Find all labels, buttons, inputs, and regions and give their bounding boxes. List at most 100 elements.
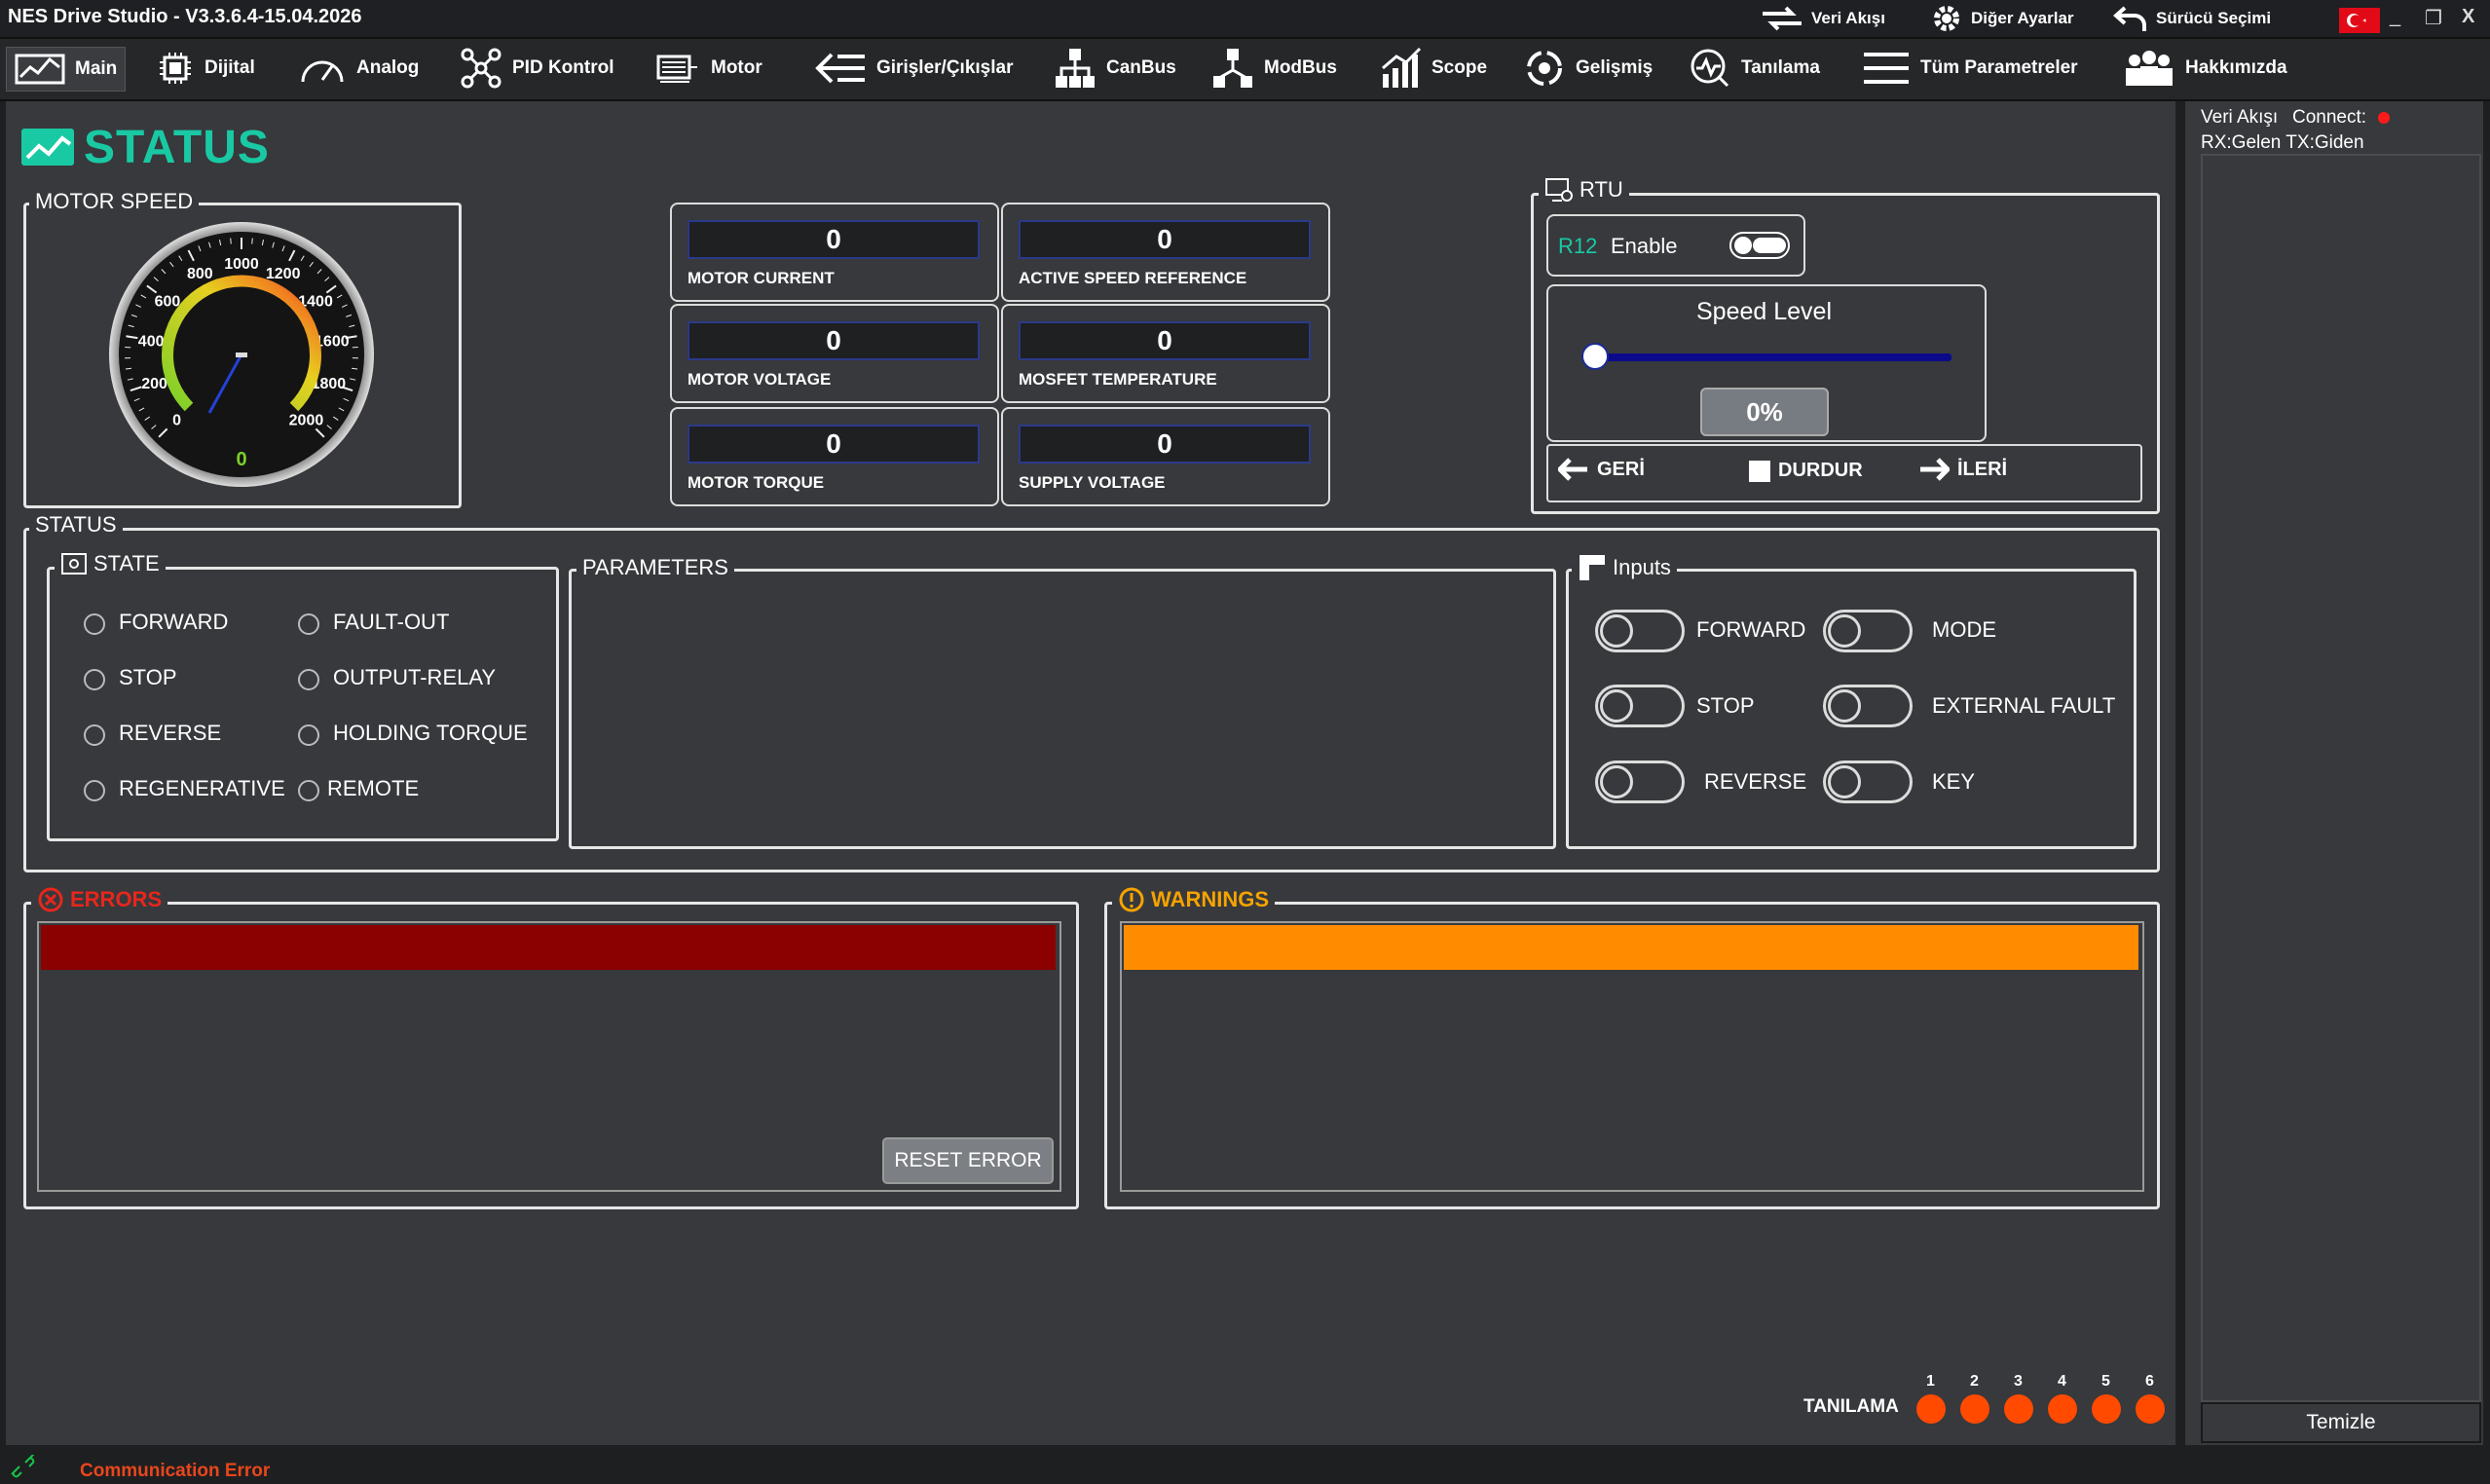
state-stop-indicator (84, 669, 105, 690)
clear-button[interactable]: Temizle (2201, 1402, 2481, 1443)
nav-main[interactable]: Main (6, 47, 127, 92)
led-number: 1 (1926, 1373, 1935, 1390)
forward-button[interactable]: İLERİ (1918, 458, 2007, 481)
input-reverse-toggle[interactable] (1595, 761, 1685, 803)
nav-scope[interactable]: Scope (1379, 47, 1487, 90)
error-circle-icon (38, 887, 63, 912)
nav-label: Scope (1431, 57, 1488, 78)
state-output-relay-indicator (298, 669, 319, 690)
input-stop-label: STOP (1696, 693, 1755, 718)
errors-list-header (41, 925, 1056, 970)
gauge-tick-label: 0 (172, 412, 181, 428)
data-flow-label: Veri Akışı (1811, 9, 1885, 27)
gauge-hub (236, 352, 247, 357)
minimize-button[interactable]: _ (2390, 6, 2400, 28)
motor-voltage-tile: 0 MOTOR VOLTAGE (670, 304, 999, 403)
nav-motor[interactable]: Motor (654, 47, 762, 90)
nav-label: Dijital (204, 57, 255, 78)
state-remote-label: REMOTE (327, 776, 420, 800)
restore-button[interactable]: ❐ (2425, 6, 2442, 30)
input-external-fault-label: EXTERNAL FAULT (1932, 693, 2116, 718)
state-output-relay-label: OUTPUT-RELAY (333, 665, 497, 689)
turkish-flag-icon[interactable] (2339, 8, 2380, 33)
nav-dijital[interactable]: Dijital (156, 47, 255, 90)
state-reverse-label: REVERSE (119, 721, 222, 745)
diagnostic-label: TANILAMA (1803, 1396, 1899, 1417)
warnings-legend-label: WARNINGS (1151, 887, 1269, 911)
gauge-value: 0 (236, 449, 246, 470)
advanced-icon (1527, 51, 1562, 86)
motor-current-tile: 0 MOTOR CURRENT (670, 203, 999, 302)
input-external-fault-toggle[interactable] (1823, 685, 1913, 727)
back-label: GERİ (1597, 458, 1645, 480)
input-forward-toggle[interactable] (1595, 610, 1685, 652)
nav-about[interactable]: Hakkımızda (2123, 47, 2287, 90)
data-flow-title: Veri Akışı (2201, 107, 2279, 128)
nav-tanilama[interactable]: Tanılama (1689, 47, 1820, 90)
state-legend: STATE (55, 551, 166, 576)
list-icon (1864, 53, 1909, 84)
stop-button[interactable]: DURDUR (1749, 460, 1863, 482)
input-mode-label: MODE (1932, 617, 1996, 642)
tile-label: MOTOR CURRENT (688, 269, 835, 287)
speed-slider-track[interactable] (1597, 353, 1951, 361)
led-number: 3 (2014, 1373, 2023, 1390)
other-settings-button[interactable]: Diğer Ayarlar (1930, 4, 2074, 33)
enable-toggle[interactable] (1729, 232, 1790, 259)
state-fault-out-indicator (298, 613, 319, 635)
state-forward-label: FORWARD (119, 610, 229, 634)
back-button[interactable]: GERİ (1558, 458, 1645, 481)
data-flow-log[interactable] (2201, 154, 2481, 1402)
state-holding-torque-indicator (298, 724, 319, 746)
nav-io[interactable]: Girişler/Çıkışlar (812, 47, 1013, 90)
diagnostic-led (2048, 1394, 2077, 1424)
tile-label: SUPPLY VOLTAGE (1019, 473, 1166, 492)
swap-arrows-icon (1763, 6, 1802, 31)
nav-all-params[interactable]: Tüm Parametreler (1862, 47, 2078, 90)
speed-percent-display: 0% (1700, 388, 1829, 436)
input-key-toggle[interactable] (1823, 761, 1913, 803)
gauge-icon (301, 60, 344, 83)
tile-value: 0 (1019, 220, 1311, 259)
close-button[interactable]: X (2462, 6, 2474, 28)
active-speed-reference-tile: 0 ACTIVE SPEED REFERENCE (1001, 203, 1330, 302)
motor-speed-legend: MOTOR SPEED (29, 189, 200, 214)
nav-label: Motor (711, 57, 762, 78)
mosfet-temperature-tile: 0 MOSFET TEMPERATURE (1001, 304, 1330, 403)
state-regenerative-label: REGENERATIVE (119, 776, 285, 800)
network-icon (461, 48, 502, 89)
diagnostic-led (2136, 1394, 2165, 1424)
nav-canbus[interactable]: CanBus (1054, 47, 1176, 90)
reset-error-button[interactable]: RESET ERROR (882, 1137, 1054, 1184)
nav-modbus[interactable]: ModBus (1211, 47, 1337, 90)
status-chart-icon (15, 54, 65, 85)
input-mode-toggle[interactable] (1823, 610, 1913, 652)
nav-analog[interactable]: Analog (298, 47, 419, 90)
nav-label: ModBus (1264, 57, 1337, 78)
led-number: 6 (2145, 1373, 2154, 1390)
rtu-legend: RTU (1539, 177, 1629, 203)
warnings-legend: WARNINGS (1112, 886, 1275, 913)
parameters-legend: PARAMETERS (576, 555, 734, 580)
modbus-icon (1213, 49, 1252, 88)
driver-select-button[interactable]: Sürücü Seçimi (2113, 4, 2271, 33)
state-fault-out-label: FAULT-OUT (333, 610, 450, 634)
gauge-tick-label: 2000 (289, 412, 324, 428)
stop-square-icon (1749, 460, 1770, 482)
nav-gelismis[interactable]: Gelişmiş (1523, 47, 1653, 90)
connect-label: Connect: (2292, 107, 2367, 128)
speed-slider-thumb[interactable] (1581, 343, 1609, 370)
speed-gauge: 0200400600800100012001400160018002000 0 (109, 222, 374, 487)
settings-window-icon (61, 553, 87, 575)
data-flow-button[interactable]: Veri Akışı (1761, 4, 1885, 33)
status-chart-icon (21, 128, 74, 166)
input-stop-toggle[interactable] (1595, 685, 1685, 727)
other-settings-label: Diğer Ayarlar (1971, 9, 2074, 27)
gear-icon (1934, 6, 1959, 31)
nav-pid[interactable]: PID Kontrol (460, 47, 614, 90)
motor-icon (656, 55, 697, 83)
led-number: 5 (2101, 1373, 2110, 1390)
canbus-icon (1056, 49, 1095, 88)
tile-value: 0 (1019, 425, 1311, 464)
nav-label: Tüm Parametreler (1920, 57, 2078, 78)
